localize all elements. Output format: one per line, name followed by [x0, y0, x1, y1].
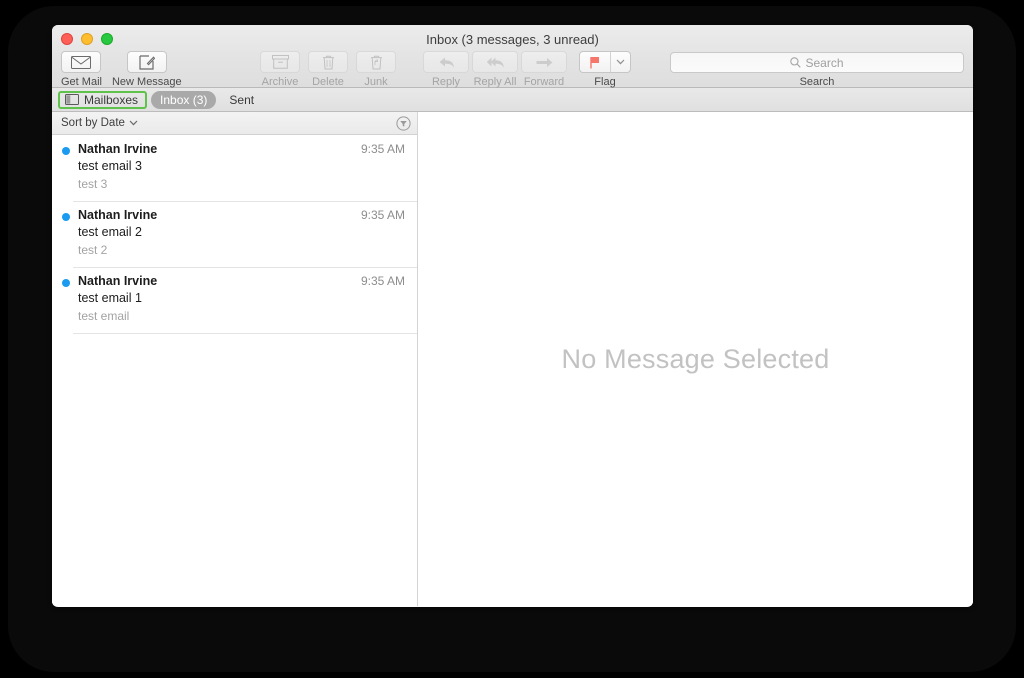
- reply-label: Reply: [431, 76, 461, 88]
- flag-label: Flag: [594, 76, 616, 88]
- toolbar-group-compose: Get Mail New Message: [61, 51, 182, 88]
- delete-label: Delete: [312, 76, 344, 88]
- message-preview: test 2: [78, 243, 108, 257]
- message-subject: test email 1: [78, 291, 142, 305]
- toolbar-item-new-message[interactable]: New Message: [112, 51, 182, 88]
- message-preview: test 3: [78, 177, 108, 191]
- toolbar-item-delete[interactable]: Delete: [308, 51, 348, 88]
- get-mail-button[interactable]: [61, 51, 102, 73]
- message-preview: test email: [78, 309, 130, 323]
- toolbar-item-reply[interactable]: Reply: [423, 51, 469, 88]
- message-sender: Nathan Irvine: [78, 208, 158, 222]
- toolbar-group-respond: Reply Reply All Forward: [423, 51, 567, 88]
- favorites-bar: Mailboxes Inbox (3) Sent: [52, 88, 973, 112]
- flag-dropdown-button[interactable]: [610, 52, 630, 72]
- flag-icon: [590, 56, 599, 68]
- forward-button[interactable]: [521, 51, 567, 73]
- tab-sent[interactable]: Sent: [220, 91, 263, 109]
- flag-split-button[interactable]: [579, 51, 631, 73]
- archive-label: Archive: [261, 76, 299, 88]
- message-list-item[interactable]: Nathan Irvine 9:35 AM test email 3 test …: [52, 135, 417, 201]
- forward-label: Forward: [523, 76, 565, 88]
- reply-all-icon: [486, 57, 504, 68]
- toolbar-item-forward[interactable]: Forward: [521, 51, 567, 88]
- archive-button[interactable]: [260, 51, 300, 73]
- reply-all-label: Reply All: [473, 76, 517, 88]
- reply-button[interactable]: [423, 51, 469, 73]
- message-subject: test email 3: [78, 159, 142, 173]
- mail-window: Inbox (3 messages, 3 unread) Get Mail Ne…: [52, 25, 973, 607]
- reply-arrow-icon: [439, 57, 454, 68]
- junk-label: Junk: [364, 76, 388, 88]
- toolbar-item-reply-all[interactable]: Reply All: [472, 51, 518, 88]
- junk-thumb-icon: [370, 55, 382, 69]
- mailboxes-toggle-button[interactable]: Mailboxes: [58, 90, 148, 109]
- search-toolbar-label: Search: [799, 76, 835, 88]
- toolbar-item-get-mail[interactable]: Get Mail: [61, 51, 102, 88]
- window-title: Inbox (3 messages, 3 unread): [426, 32, 599, 47]
- archive-box-icon: [271, 55, 289, 69]
- message-sender: Nathan Irvine: [78, 142, 158, 156]
- toolbar-item-search: Search Search: [670, 52, 964, 88]
- toolbar-item-flag[interactable]: Flag: [579, 51, 631, 88]
- new-message-button[interactable]: [126, 51, 167, 73]
- unread-indicator-dot: [62, 279, 70, 287]
- message-list[interactable]: Nathan Irvine 9:35 AM test email 3 test …: [52, 135, 417, 606]
- message-list-pane: Sort by Date Nathan Irvine 9:35 AM test …: [52, 112, 418, 606]
- no-message-selected-text: No Message Selected: [561, 343, 830, 374]
- filter-funnel-icon: [396, 115, 411, 131]
- flag-button[interactable]: [580, 52, 610, 72]
- sort-label: Sort by Date: [61, 117, 125, 129]
- compose-icon: [139, 54, 155, 70]
- message-time: 9:35 AM: [360, 142, 405, 156]
- unread-indicator-dot: [62, 147, 70, 155]
- message-list-item[interactable]: Nathan Irvine 9:35 AM test email 2 test …: [52, 201, 417, 267]
- window-titlebar: Inbox (3 messages, 3 unread) Get Mail Ne…: [52, 25, 973, 88]
- toolbar-group-flag: Flag: [579, 51, 631, 88]
- delete-button[interactable]: [308, 51, 348, 73]
- message-list-sortbar: Sort by Date: [52, 112, 417, 135]
- toolbar-group-manage: Archive Delete Junk: [260, 51, 396, 88]
- filter-button[interactable]: [396, 115, 411, 131]
- sort-by-date-button[interactable]: Sort by Date: [61, 117, 138, 129]
- message-sender: Nathan Irvine: [78, 274, 158, 288]
- new-message-label: New Message: [111, 76, 182, 88]
- message-detail-pane: No Message Selected: [418, 112, 973, 606]
- search-icon: [790, 57, 802, 68]
- main-content: Sort by Date Nathan Irvine 9:35 AM test …: [52, 112, 973, 606]
- tab-inbox[interactable]: Inbox (3): [151, 90, 217, 109]
- chevron-down-icon: [616, 59, 625, 65]
- chevron-down-icon: [129, 120, 138, 126]
- search-input[interactable]: Search: [670, 52, 964, 73]
- toolbar-item-archive[interactable]: Archive: [260, 51, 300, 88]
- forward-arrow-icon: [536, 57, 552, 67]
- junk-button[interactable]: [356, 51, 396, 73]
- message-subject: test email 2: [78, 225, 142, 239]
- envelope-icon: [71, 55, 92, 69]
- unread-indicator-dot: [62, 213, 70, 221]
- get-mail-label: Get Mail: [61, 76, 102, 88]
- message-time: 9:35 AM: [360, 208, 405, 222]
- message-list-item[interactable]: Nathan Irvine 9:35 AM test email 1 test …: [52, 267, 417, 333]
- mailboxes-label: Mailboxes: [84, 92, 139, 107]
- reply-all-button[interactable]: [472, 51, 518, 73]
- message-time: 9:35 AM: [360, 274, 405, 288]
- search-placeholder: Search: [805, 55, 844, 70]
- trash-icon: [322, 55, 334, 69]
- toolbar-item-junk[interactable]: Junk: [356, 51, 396, 88]
- sidebar-toggle-icon: [65, 94, 79, 105]
